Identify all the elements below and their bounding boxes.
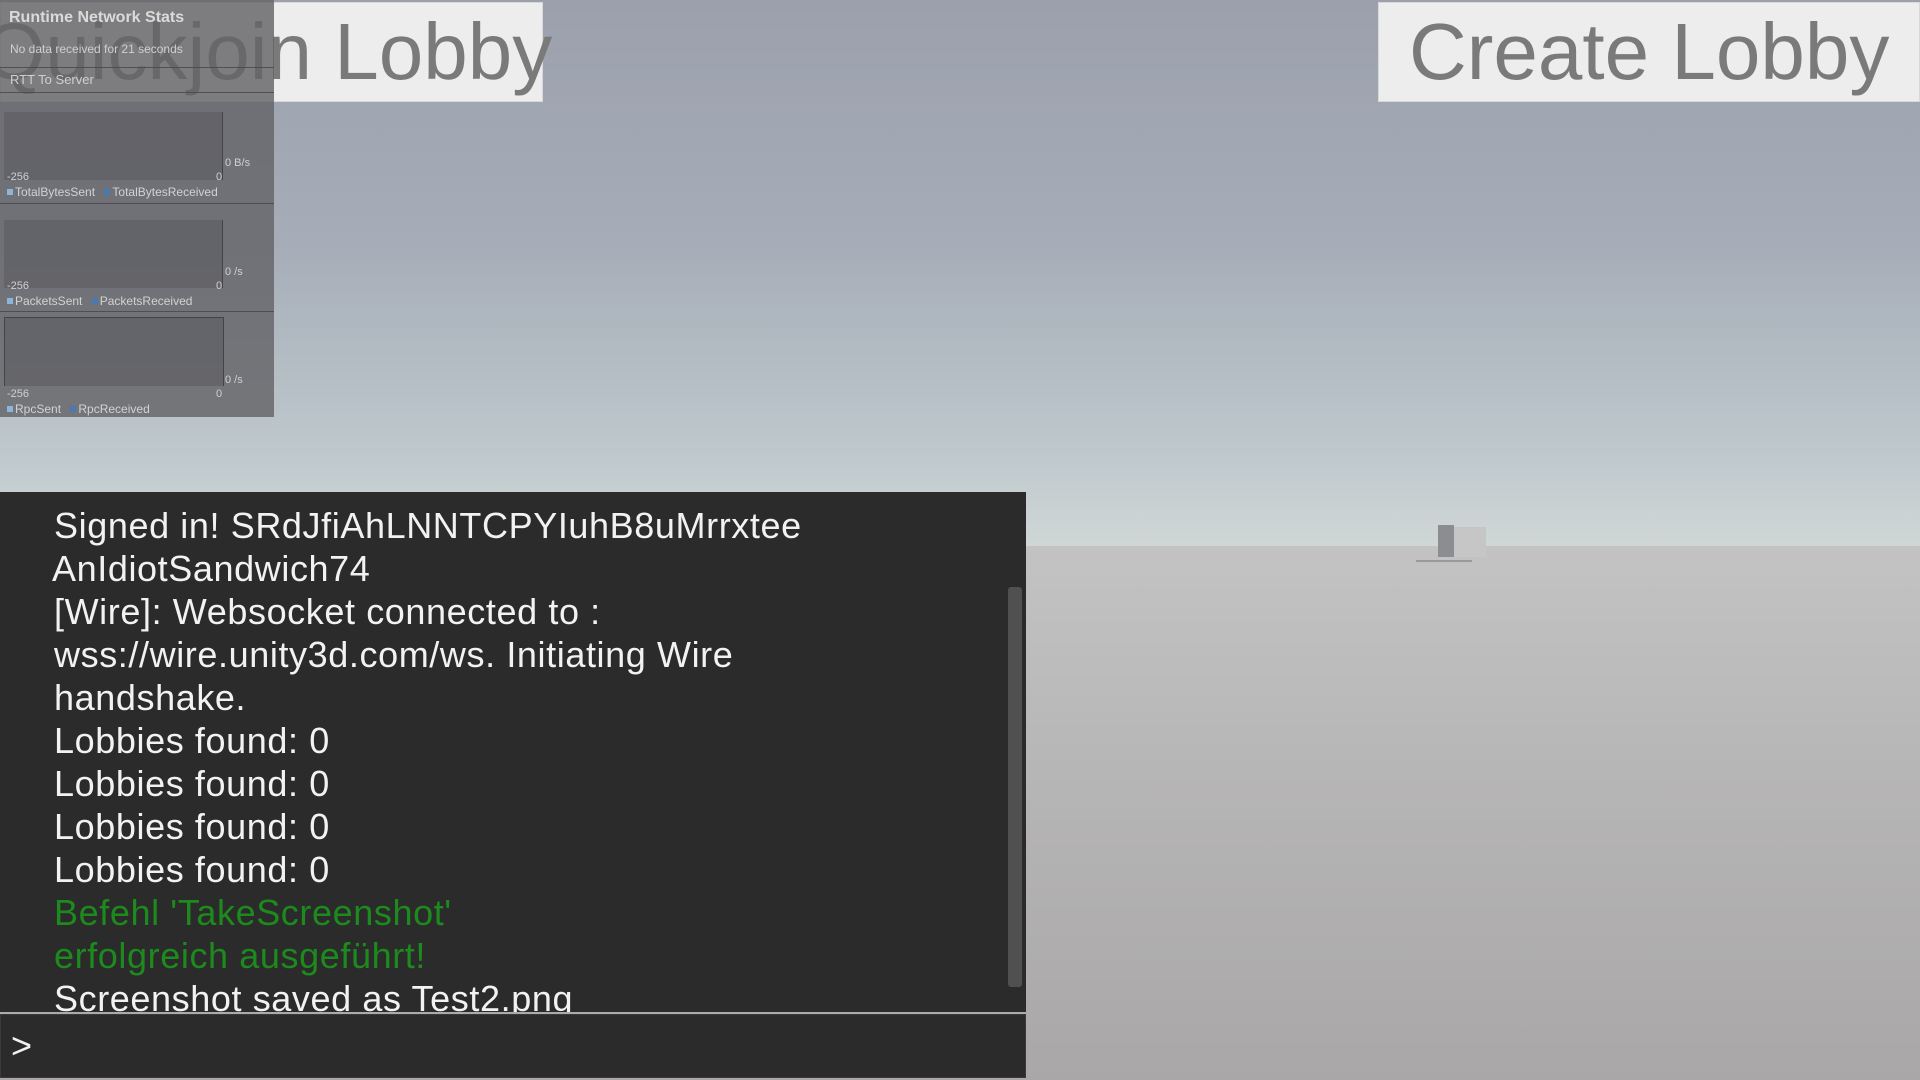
console-line: Lobbies found: 0 — [54, 720, 330, 761]
create-lobby-label: Create Lobby — [1409, 7, 1890, 96]
console-panel[interactable]: Signed in! SRdJfiAhLNNTCPYIuhB8uMrrxtee A… — [0, 492, 1026, 1012]
legend-label: PacketsReceived — [99, 294, 193, 308]
legend-item: PacketsSent — [7, 294, 82, 308]
bytes-graph-min-label: -256 — [7, 171, 30, 183]
legend-label: TotalBytesReceived — [112, 185, 218, 199]
legend-item: PacketsReceived — [91, 294, 193, 308]
bytes-graph — [4, 112, 223, 180]
legend-swatch-sent — [7, 406, 13, 412]
divider — [0, 203, 274, 204]
bytes-graph-zero-label: 0 — [216, 171, 223, 183]
game-viewport: Quickjoin Lobby Create Lobby Runtime Net… — [0, 0, 1920, 1080]
legend-swatch-received — [91, 298, 98, 304]
legend-swatch-sent — [7, 189, 13, 195]
cube-object — [1438, 525, 1486, 557]
legend-label: TotalBytesSent — [15, 185, 96, 199]
bytes-graph-rate-label: 0 B/s — [225, 157, 251, 169]
console-line: AnIdiotSandwich74 — [52, 548, 371, 589]
legend-swatch-sent — [7, 298, 13, 304]
legend-item: TotalBytesReceived — [104, 185, 218, 199]
console-line: handshake. — [54, 677, 247, 718]
divider — [0, 311, 274, 312]
rtt-label: RTT To Server — [10, 72, 94, 87]
rpc-graph-rate-label: 0 /s — [225, 374, 243, 386]
console-line: Signed in! SRdJfiAhLNNTCPYIuhB8uMrrxtee — [54, 505, 802, 546]
rpc-graph-zero-label: 0 — [216, 388, 223, 400]
cube-shadow — [1416, 560, 1472, 562]
console-line: Lobbies found: 0 — [54, 806, 330, 847]
packets-graph — [4, 220, 223, 288]
console-line: wss://wire.unity3d.com/ws. Initiating Wi… — [54, 634, 734, 675]
packets-graph-zero-label: 0 — [216, 280, 223, 292]
divider — [0, 92, 274, 93]
rpc-graph-min-label: -256 — [7, 388, 30, 400]
rpc-graph-legend: RpcSent RpcReceived — [7, 402, 156, 416]
legend-swatch-received — [104, 189, 111, 195]
rpc-graph — [4, 317, 224, 386]
legend-item: TotalBytesSent — [7, 185, 95, 199]
console-line: Screenshot saved as Test2.png — [54, 978, 574, 1012]
legend-label: RpcSent — [15, 402, 62, 416]
divider — [0, 67, 274, 68]
console-log: Signed in! SRdJfiAhLNNTCPYIuhB8uMrrxtee A… — [52, 492, 1004, 1012]
console-prompt: > — [11, 1025, 33, 1066]
legend-item: RpcSent — [7, 402, 61, 416]
console-line: Lobbies found: 0 — [54, 763, 330, 804]
packets-graph-legend: PacketsSent PacketsReceived — [7, 294, 198, 308]
console-scrollbar[interactable] — [1008, 587, 1022, 987]
console-line: [Wire]: Websocket connected to : — [54, 591, 601, 632]
cube-left-face — [1438, 525, 1454, 557]
packets-graph-rate-label: 0 /s — [225, 266, 243, 278]
netstats-no-data-message: No data received for 21 seconds — [10, 42, 183, 56]
legend-swatch-received — [70, 406, 77, 412]
console-line: erfolgreich ausgeführt! — [54, 935, 427, 976]
cube-right-face — [1454, 527, 1486, 557]
console-line: Lobbies found: 0 — [54, 849, 330, 890]
legend-item: RpcReceived — [70, 402, 150, 416]
legend-label: PacketsSent — [15, 294, 83, 308]
bytes-graph-legend: TotalBytesSent TotalBytesReceived — [7, 185, 224, 199]
console-input-field[interactable]: > — [0, 1014, 1026, 1078]
console-scrolled-line — [54, 492, 1004, 504]
netstats-title: Runtime Network Stats — [9, 9, 185, 26]
packets-graph-min-label: -256 — [7, 280, 30, 292]
legend-label: RpcReceived — [78, 402, 150, 416]
create-lobby-button[interactable]: Create Lobby — [1378, 2, 1920, 102]
runtime-network-stats-panel: Runtime Network Stats No data received f… — [0, 0, 274, 417]
console-line: Befehl 'TakeScreenshot' — [54, 892, 452, 933]
